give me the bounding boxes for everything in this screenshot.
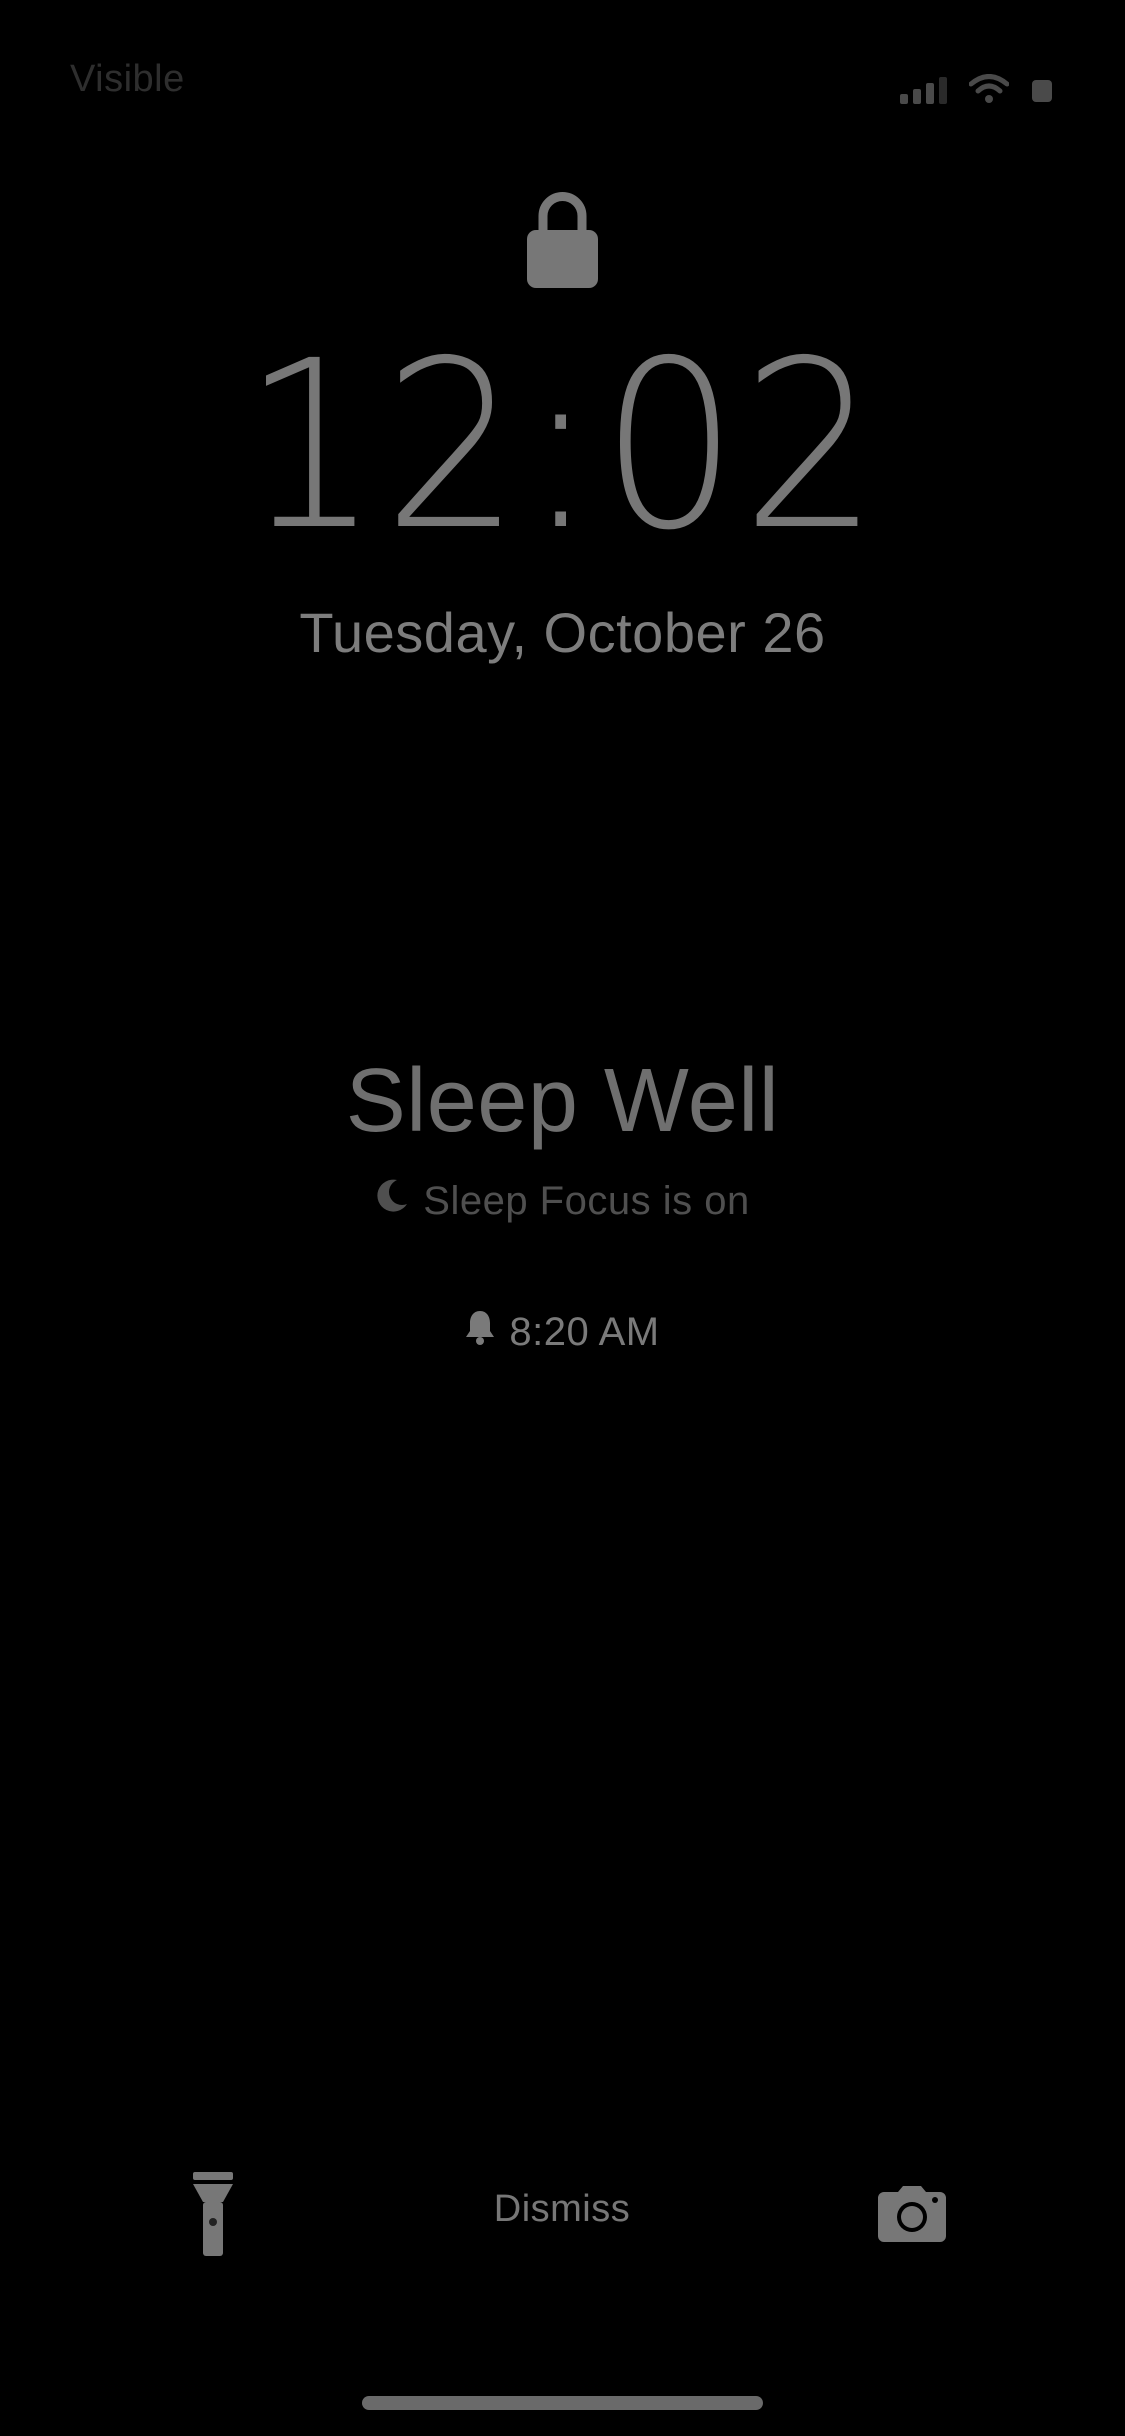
battery-icon xyxy=(1031,78,1053,104)
flashlight-button[interactable] xyxy=(190,2172,236,2256)
dismiss-button[interactable]: Dismiss xyxy=(462,2188,662,2231)
lock-screen-date: Tuesday, October 26 xyxy=(299,601,826,664)
focus-status[interactable]: Sleep Focus is on xyxy=(0,1178,1125,1224)
camera-button[interactable] xyxy=(878,2186,946,2242)
wifi-icon xyxy=(969,74,1009,104)
camera-icon xyxy=(878,2186,946,2242)
lock-icon xyxy=(527,186,598,288)
carrier-name: Visible xyxy=(70,58,185,100)
status-icons xyxy=(900,64,1053,104)
status-bar: Visible xyxy=(0,0,1125,140)
moon-icon xyxy=(375,1178,409,1224)
signal-icon xyxy=(900,74,947,104)
flashlight-icon xyxy=(193,2172,233,2256)
home-indicator[interactable] xyxy=(362,2396,763,2410)
bell-icon xyxy=(465,1309,495,1355)
alarm-time: 8:20 AM xyxy=(509,1309,660,1354)
focus-status-text: Sleep Focus is on xyxy=(423,1178,750,1223)
lock-screen-time: 12:02 xyxy=(242,311,883,581)
sleep-title: Sleep Well xyxy=(345,1051,780,1151)
alarm-status: 8:20 AM xyxy=(0,1309,1125,1355)
